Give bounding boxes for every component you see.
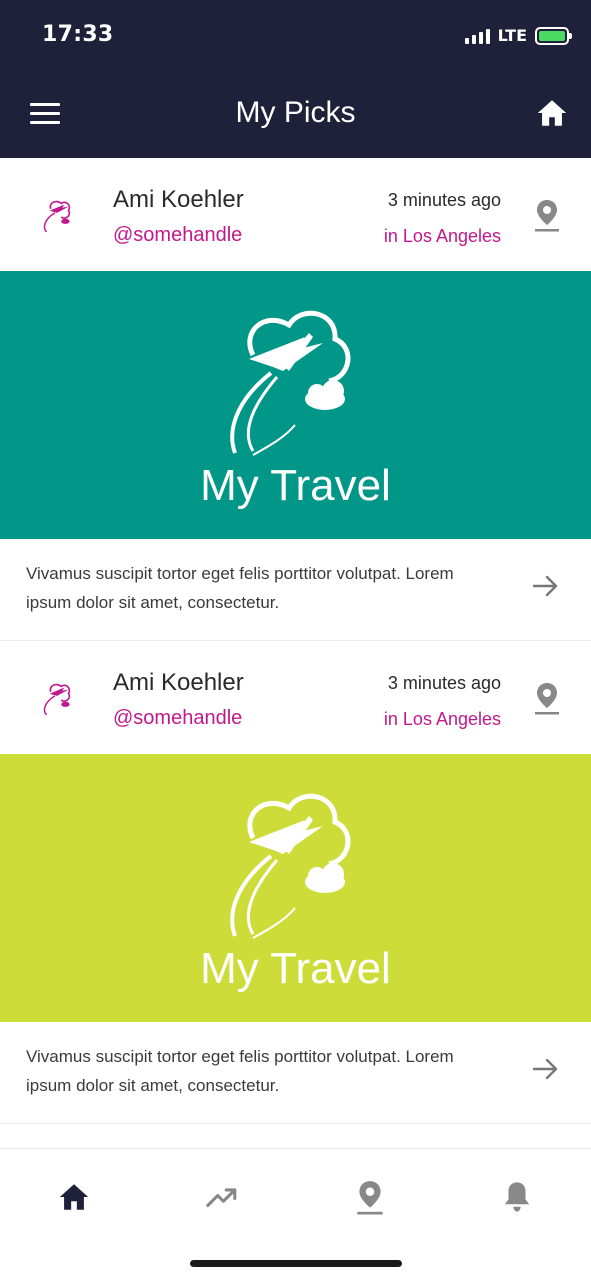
- home-icon: [59, 1184, 89, 1210]
- home-indicator: [190, 1260, 402, 1267]
- banner-title: My Travel: [200, 461, 391, 510]
- tab-trending[interactable]: [202, 1177, 242, 1217]
- app-header: 17:33 LTE My Picks: [0, 0, 591, 158]
- bottom-tab-bar: [0, 1148, 591, 1280]
- post-time: 3 minutes ago: [387, 190, 501, 210]
- network-label: LTE: [497, 26, 527, 45]
- post-body: Vivamus suscipit tortor eget felis portt…: [0, 539, 591, 640]
- signal-icon: [464, 28, 490, 44]
- post-body: Vivamus suscipit tortor eget felis portt…: [0, 1022, 591, 1123]
- tab-location[interactable]: [350, 1177, 390, 1217]
- post-handle[interactable]: @somehandle: [113, 707, 242, 730]
- status-time: 17:33: [42, 22, 114, 47]
- post-banner[interactable]: My Travel: [0, 271, 591, 539]
- trending-up-icon: [206, 1188, 237, 1208]
- post-header: Ami Koehler @somehandle 3 minutes ago in…: [0, 158, 591, 271]
- post-excerpt: Vivamus suscipit tortor eget felis portt…: [26, 1047, 454, 1095]
- post-location[interactable]: in Los Angeles: [384, 709, 501, 730]
- tab-home[interactable]: [54, 1177, 94, 1217]
- travel-logo-icon: [230, 793, 351, 939]
- post-time: 3 minutes ago: [387, 673, 501, 693]
- tab-notifications[interactable]: [497, 1177, 537, 1217]
- avatar: [43, 200, 71, 233]
- post-author[interactable]: Ami Koehler: [113, 186, 244, 214]
- travel-logo-icon: [230, 310, 351, 456]
- battery-icon: [535, 26, 572, 45]
- location-pin-icon[interactable]: [535, 681, 559, 715]
- post-header: Ami Koehler @somehandle 3 minutes ago in…: [0, 641, 591, 754]
- post-banner[interactable]: My Travel: [0, 754, 591, 1022]
- arrow-right-icon[interactable]: [531, 1054, 561, 1084]
- location-pin-icon[interactable]: [535, 198, 559, 232]
- post-author[interactable]: Ami Koehler: [113, 669, 244, 697]
- bell-icon: [504, 1182, 530, 1212]
- banner-title: My Travel: [200, 944, 391, 993]
- avatar: [43, 683, 71, 716]
- post-location[interactable]: in Los Angeles: [384, 226, 501, 247]
- status-indicators: LTE: [464, 26, 572, 45]
- location-pin-icon: [357, 1181, 383, 1215]
- page-title: My Picks: [235, 96, 356, 129]
- post-card[interactable]: Ami Koehler @somehandle 3 minutes ago in…: [0, 158, 591, 641]
- post-handle[interactable]: @somehandle: [113, 224, 242, 247]
- arrow-right-icon[interactable]: [531, 571, 561, 601]
- home-icon[interactable]: [535, 96, 569, 130]
- post-excerpt: Vivamus suscipit tortor eget felis portt…: [26, 564, 454, 612]
- post-card[interactable]: Ami Koehler @somehandle 3 minutes ago in…: [0, 641, 591, 1124]
- feed: Ami Koehler @somehandle 3 minutes ago in…: [0, 158, 591, 1124]
